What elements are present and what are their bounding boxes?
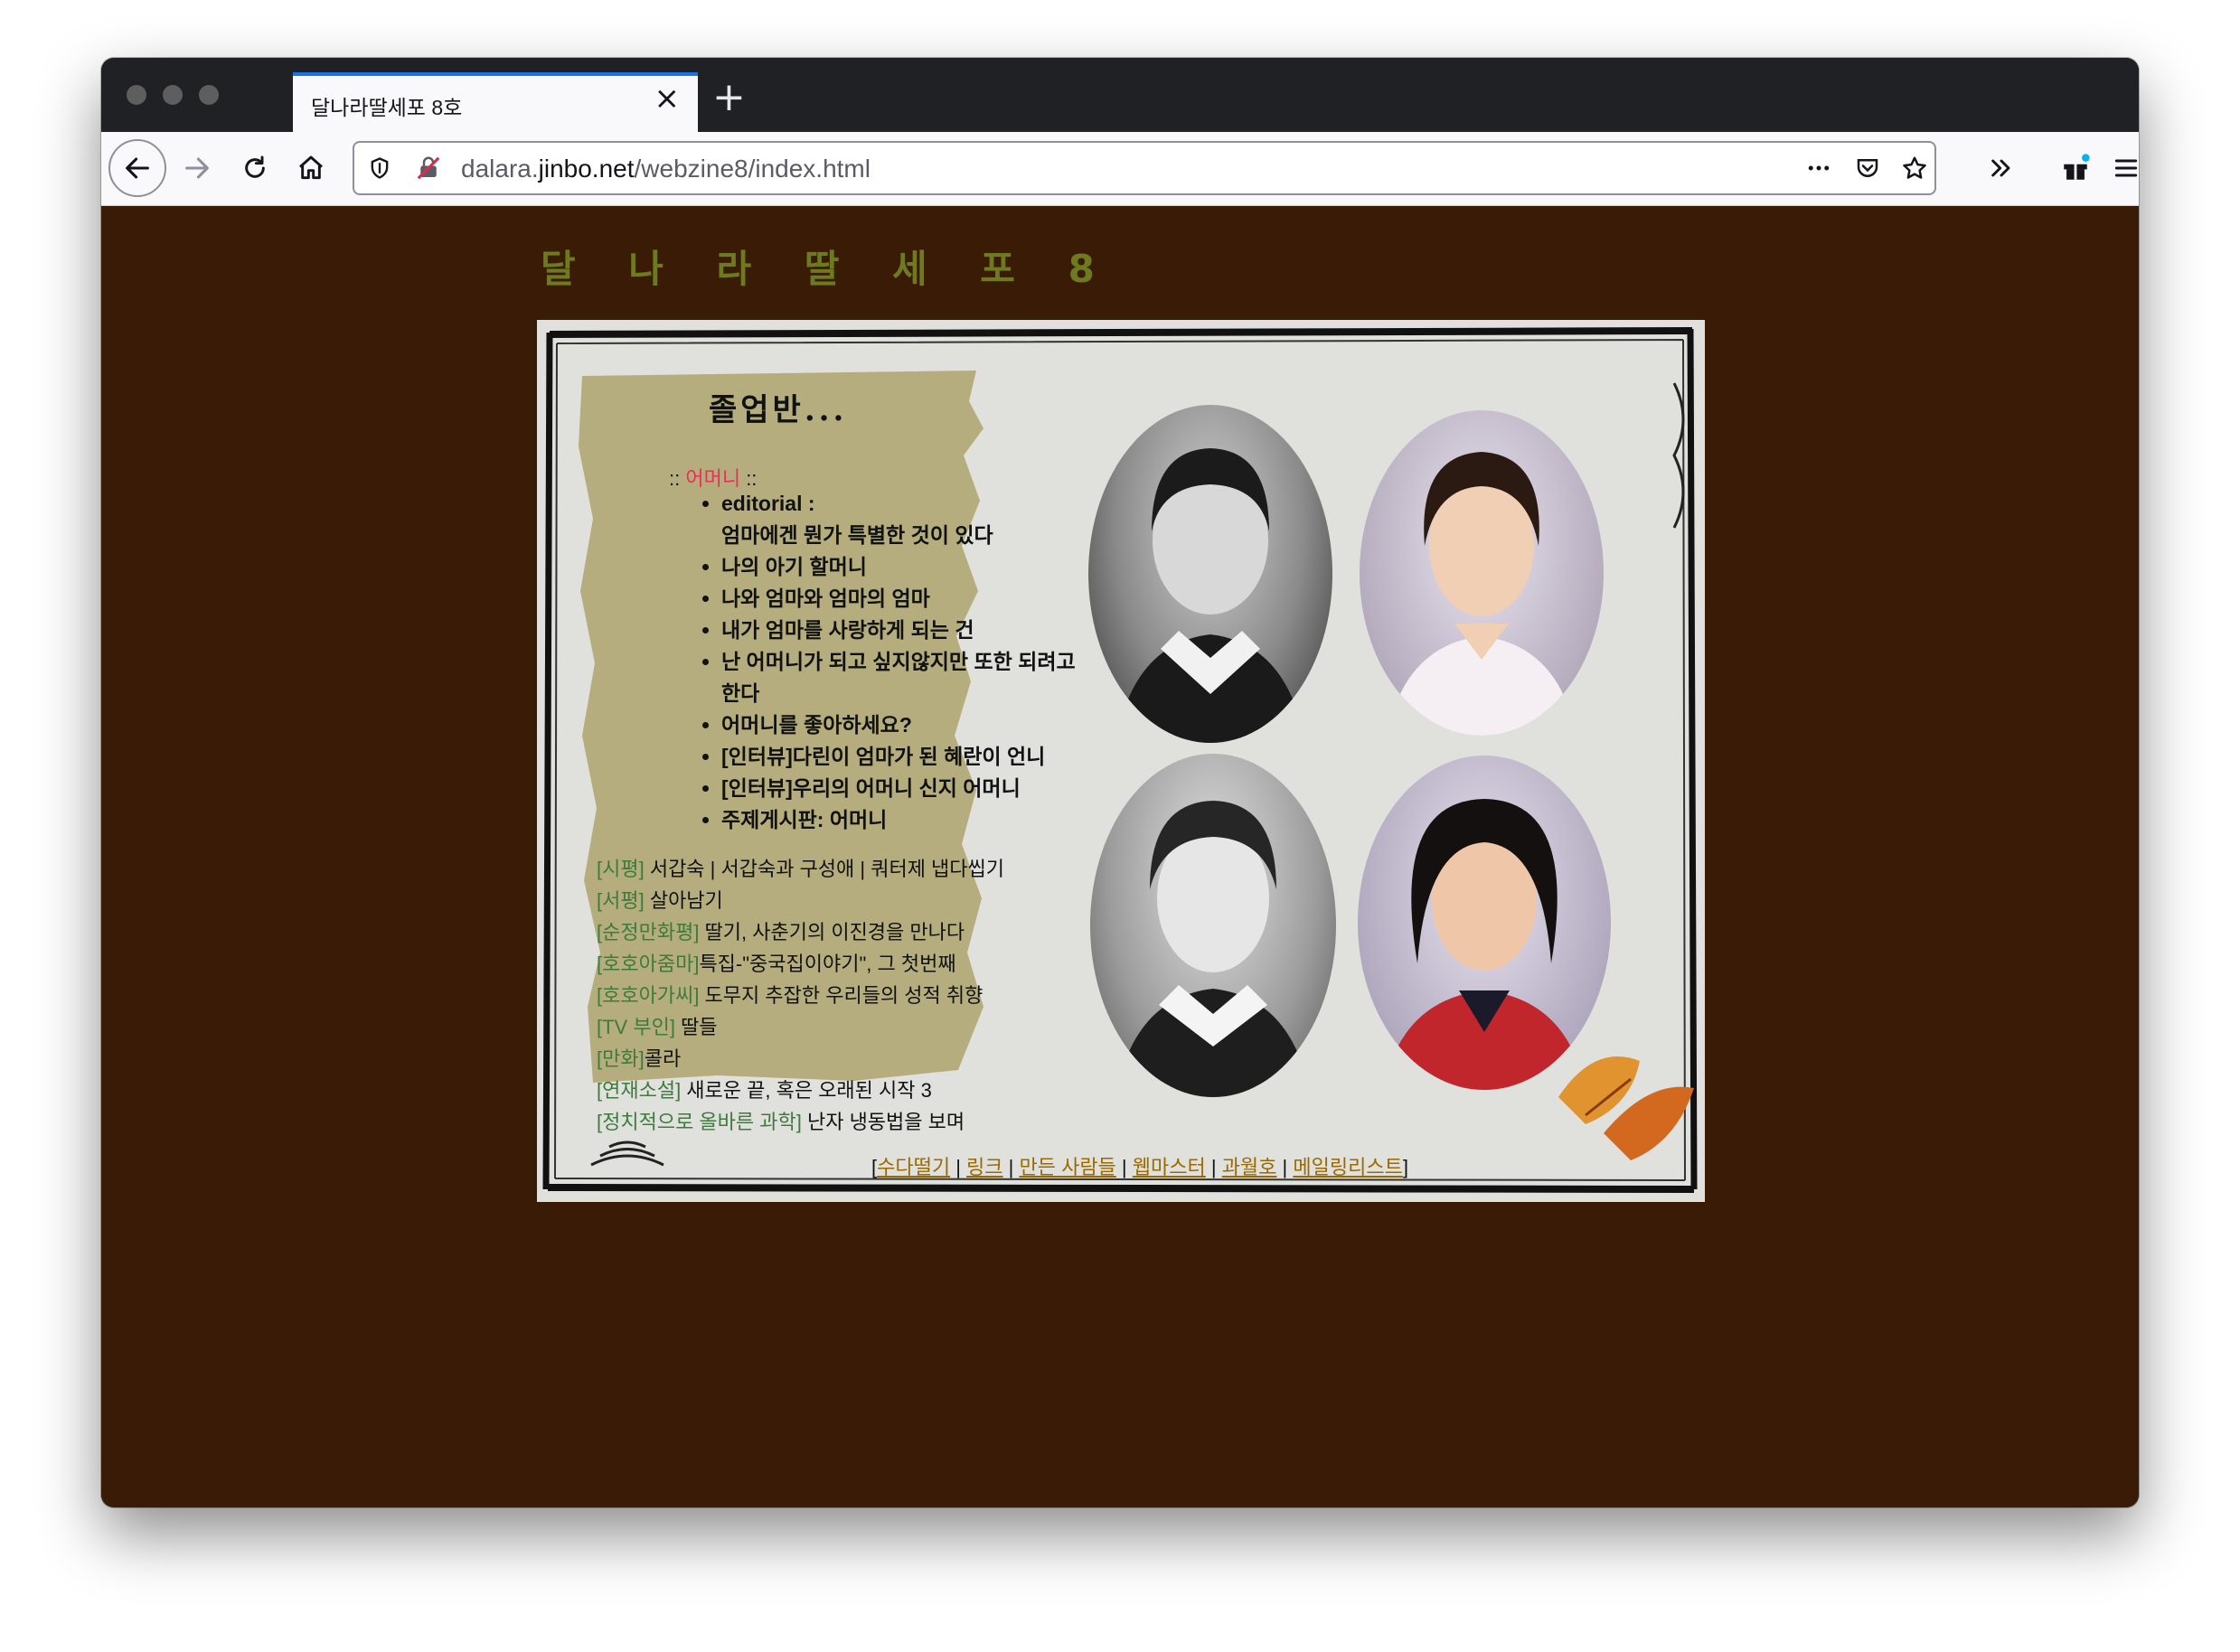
- review-row[interactable]: [호호아줌마]특집-"중국집이야기", 그 첫번째: [597, 948, 1004, 980]
- insecure-lock-icon[interactable]: [410, 150, 447, 186]
- review-row[interactable]: [서평] 살아남기: [597, 885, 1004, 916]
- home-icon[interactable]: [282, 139, 340, 197]
- web-page: 달 나 라 딸 세 포 8 졸업반... :: 어머니 :: editorial…: [101, 206, 2139, 1507]
- footer-link-archive[interactable]: 과월호: [1222, 1156, 1277, 1178]
- navigation-toolbar: dalara.jinbo.net/webzine8/index.html: [101, 132, 2139, 206]
- window-close-control[interactable]: [127, 85, 146, 105]
- review-row[interactable]: [연재소설] 새로운 끝, 혹은 오래된 시작 3: [597, 1075, 1004, 1106]
- url-text[interactable]: dalara.jinbo.net/webzine8/index.html: [461, 155, 871, 183]
- footer-nav: [수다떨기 | 링크 | 만든 사람들 | 웹마스터 | 과월호 | 메일링리스…: [871, 1156, 1408, 1178]
- forward-icon[interactable]: [168, 139, 226, 197]
- browser-window: 달나라딸세포 8호 × + dalara.jinbo.net/webzine8/…: [101, 58, 2139, 1507]
- tab-active[interactable]: 달나라딸세포 8호 ×: [293, 72, 698, 132]
- footer-link-chat[interactable]: 수다떨기: [877, 1156, 950, 1178]
- gift-icon[interactable]: [2047, 139, 2104, 197]
- topic-link[interactable]: 어머니: [685, 467, 740, 490]
- review-row[interactable]: [순정만화평] 딸기, 사춘기의 이진경을 만나다: [597, 916, 1004, 948]
- portrait-daughter-1: [1360, 410, 1604, 736]
- article-list: editorial :엄마에겐 뭔가 특별한 것이 있다 나의 아기 할머니 나…: [698, 488, 1083, 836]
- more-icon[interactable]: [1801, 150, 1837, 186]
- star-icon[interactable]: [1896, 150, 1933, 186]
- list-item[interactable]: 어머니를 좋아하세요?: [721, 709, 1083, 741]
- portrait-daughter-2: [1358, 756, 1611, 1090]
- overflow-icon[interactable]: [1972, 139, 2030, 197]
- close-icon[interactable]: ×: [654, 83, 681, 114]
- list-item[interactable]: 난 어머니가 되고 싶지않지만 또한 되려고 한다: [721, 646, 1083, 709]
- section-title: 졸업반...: [709, 392, 848, 428]
- review-row[interactable]: [TV 부인] 딸들: [597, 1011, 1004, 1043]
- footer-link-webmaster[interactable]: 웹마스터: [1133, 1156, 1206, 1178]
- portrait-mother-1: [1088, 405, 1332, 743]
- footer-link-links[interactable]: 링크: [966, 1156, 1002, 1178]
- back-icon[interactable]: [108, 139, 166, 197]
- reload-icon[interactable]: [226, 139, 284, 197]
- menu-icon[interactable]: [2097, 139, 2139, 197]
- review-row[interactable]: [만화]콜라: [597, 1043, 1004, 1075]
- site-title: 달 나 라 딸 세 포 8: [541, 247, 1115, 291]
- list-item[interactable]: [인터뷰]우리의 어머니 신지 어머니: [721, 773, 1083, 804]
- list-item[interactable]: 내가 엄마를 사랑하게 되는 건: [721, 615, 1083, 646]
- list-item[interactable]: 나와 엄마와 엄마의 엄마: [721, 583, 1083, 615]
- review-row[interactable]: [정치적으로 올바른 과학] 난자 냉동법을 보며: [597, 1106, 1004, 1138]
- list-item[interactable]: editorial :엄마에겐 뭔가 특별한 것이 있다: [721, 488, 1083, 551]
- review-row[interactable]: [시평] 서갑숙 | 서갑숙과 구성애 | 쿼터제 냅다씹기: [597, 853, 1004, 885]
- pocket-icon[interactable]: [1849, 150, 1886, 186]
- shield-icon[interactable]: [362, 150, 398, 186]
- review-row[interactable]: [호호아가씨] 도무지 추잡한 우리들의 성적 취향: [597, 980, 1004, 1011]
- list-item[interactable]: 나의 아기 할머니: [721, 551, 1083, 583]
- url-bar[interactable]: dalara.jinbo.net/webzine8/index.html: [353, 141, 1936, 195]
- list-item[interactable]: 주제게시판: 어머니: [721, 804, 1083, 836]
- footer-link-staff[interactable]: 만든 사람들: [1019, 1156, 1115, 1178]
- window-zoom-control[interactable]: [199, 85, 219, 105]
- portrait-mother-2: [1090, 754, 1336, 1097]
- content-frame: 졸업반... :: 어머니 :: editorial :엄마에겐 뭔가 특별한 …: [537, 320, 1705, 1202]
- window-minimize-control[interactable]: [163, 85, 183, 105]
- list-item[interactable]: [인터뷰]다린이 엄마가 된 혜란이 언니: [721, 741, 1083, 773]
- tab-title: 달나라딸세포 8호: [311, 96, 463, 119]
- plus-icon[interactable]: +: [712, 78, 746, 117]
- review-list: [시평] 서갑숙 | 서갑숙과 구성애 | 쿼터제 냅다씹기 [서평] 살아남기…: [597, 853, 1004, 1138]
- tab-strip: 달나라딸세포 8호 × +: [101, 58, 2139, 132]
- footer-link-mailing-list[interactable]: 메일링리스트: [1293, 1156, 1402, 1178]
